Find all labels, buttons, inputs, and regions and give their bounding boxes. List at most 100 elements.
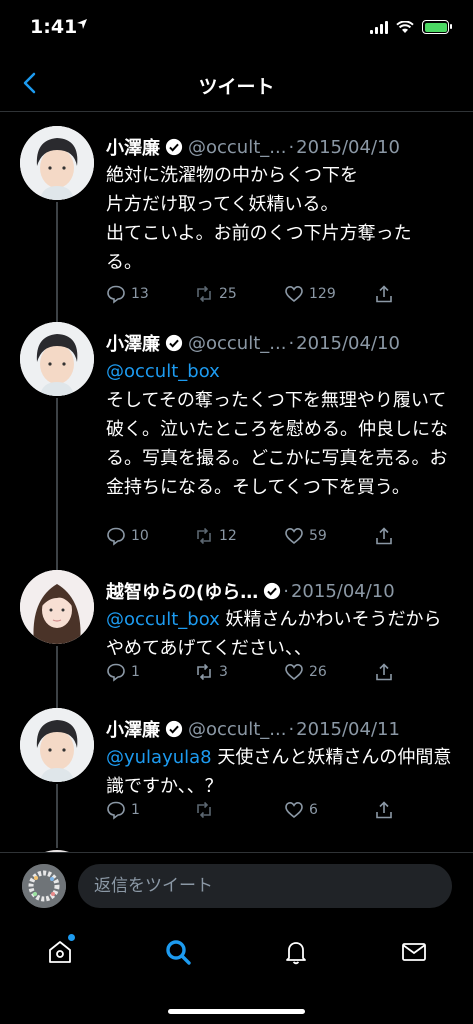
heart-icon <box>285 663 303 681</box>
wifi-icon <box>396 20 414 33</box>
mention-link[interactable]: @occult_box <box>106 609 220 630</box>
retweet-button[interactable]: 12 <box>194 526 237 546</box>
home-icon <box>49 941 71 963</box>
author-handle: @occult_... <box>188 718 287 740</box>
reply-button[interactable]: 1 <box>106 662 140 682</box>
like-count: 59 <box>309 528 327 544</box>
tweet[interactable]: 小澤廉 @occult_... · 2015/04/11 @yulayula8 … <box>0 708 473 848</box>
retweet-button[interactable]: 25 <box>194 284 237 304</box>
reply-input[interactable]: 返信をツイート <box>78 864 452 908</box>
tweet[interactable]: 小澤廉 @occult_... · 2015/04/10 絶対に洗濯物の中からく… <box>0 126 473 326</box>
avatar[interactable] <box>20 708 94 782</box>
avatar[interactable] <box>20 126 94 200</box>
tweet-date: 2015/04/10 <box>296 332 400 354</box>
notification-dot <box>68 934 75 941</box>
author-name[interactable]: 小澤廉 <box>106 134 160 160</box>
status-time: 1:41 <box>30 16 78 38</box>
search-icon <box>166 940 191 965</box>
bell-icon <box>286 942 306 965</box>
retweet-button[interactable]: 3 <box>194 662 228 682</box>
home-indicator[interactable] <box>168 1009 305 1014</box>
retweet-count: 12 <box>219 528 237 544</box>
reply-button[interactable]: 10 <box>106 526 149 546</box>
like-count: 6 <box>309 802 318 818</box>
author-handle: @occult_... <box>188 136 287 158</box>
heart-icon <box>285 285 303 303</box>
author-name[interactable]: 越智ゆらの(ゆら… <box>106 578 258 604</box>
mail-icon <box>402 943 426 961</box>
tweet-text: @occult_box 妖精さんかわいそうだからやめてあげてください、、 <box>106 609 442 659</box>
share-icon <box>376 663 392 681</box>
page-title: ツイート <box>198 76 275 98</box>
like-count: 26 <box>309 664 327 680</box>
tweet-actions: 10 12 59 <box>106 526 413 548</box>
thread-line <box>56 398 58 574</box>
reply-icon <box>107 801 125 820</box>
share-button[interactable] <box>374 526 394 546</box>
retweet-icon <box>197 285 211 303</box>
tweet-actions: 1 3 26 <box>106 662 413 684</box>
tab-messages[interactable] <box>394 934 434 970</box>
status-bar: 1:41 <box>0 0 473 56</box>
header: ツイート <box>0 56 473 112</box>
retweet-icon <box>197 663 211 681</box>
tab-search[interactable] <box>158 934 198 970</box>
cellular-signal-icon <box>370 20 388 34</box>
reply-count: 1 <box>131 664 140 680</box>
tweet-date: 2015/04/11 <box>296 718 400 740</box>
heart-icon <box>285 527 303 545</box>
retweet-button[interactable] <box>194 800 219 820</box>
reply-icon <box>107 527 125 546</box>
battery-icon <box>422 20 452 34</box>
author-handle: @occult_... <box>188 332 287 354</box>
like-button[interactable]: 26 <box>284 662 327 682</box>
tweet-actions: 1 6 <box>106 800 413 822</box>
tweet-actions: 13 25 129 <box>106 284 413 306</box>
reply-count: 10 <box>131 528 149 544</box>
reply-count: 13 <box>131 286 149 302</box>
reply-composer: 返信をツイート <box>0 852 473 918</box>
author-name[interactable]: 小澤廉 <box>106 330 160 356</box>
avatar[interactable] <box>20 322 94 396</box>
tweet[interactable]: 越智ゆらの(ゆら… · 2015/04/10 @occult_box 妖精さんか… <box>0 570 473 710</box>
reply-icon <box>107 285 125 304</box>
verified-badge-icon <box>165 138 183 156</box>
tab-bar <box>0 918 473 1024</box>
user-avatar[interactable] <box>22 864 66 908</box>
avatar[interactable] <box>20 570 94 644</box>
tweet-date: 2015/04/10 <box>296 136 400 158</box>
like-button[interactable]: 59 <box>284 526 327 546</box>
reply-button[interactable]: 13 <box>106 284 149 304</box>
share-button[interactable] <box>374 662 394 682</box>
reply-button[interactable]: 1 <box>106 800 140 820</box>
retweet-icon <box>197 801 211 819</box>
mention-link[interactable]: @yulayula8 <box>106 747 212 768</box>
reply-icon <box>107 663 125 682</box>
reply-count: 1 <box>131 802 140 818</box>
tweet[interactable]: 小澤廉 @occult_... · 2015/04/10 @occult_box… <box>0 322 473 574</box>
tweet-text: @yulayula8 天使さんと妖精さんの仲間意識ですか、、？ <box>106 747 452 797</box>
share-icon <box>376 527 392 545</box>
share-button[interactable] <box>374 800 394 820</box>
verified-badge-icon <box>264 582 281 600</box>
like-button[interactable]: 129 <box>284 284 336 304</box>
status-icons <box>370 20 452 34</box>
tweet-text: 絶対に洗濯物の中からくつ下を 片方だけ取ってく妖精いる。 出てこいよ。お前のくつ… <box>106 165 412 273</box>
share-button[interactable] <box>374 284 394 304</box>
verified-badge-icon <box>165 720 183 738</box>
mention-link[interactable]: @occult_box <box>106 361 220 382</box>
share-icon <box>376 285 392 303</box>
verified-badge-icon <box>165 334 183 352</box>
share-icon <box>376 801 392 819</box>
tweet-text: @occult_box そしてその奪ったくつ下を無理やり履いて破く。泣いたところ… <box>106 361 448 498</box>
thread-line <box>56 784 58 848</box>
heart-icon <box>285 801 303 819</box>
tab-home[interactable] <box>40 934 80 970</box>
tab-notifications[interactable] <box>276 934 316 970</box>
like-count: 129 <box>309 286 336 302</box>
like-button[interactable]: 6 <box>284 800 318 820</box>
location-arrow-icon <box>76 18 88 34</box>
retweet-count: 3 <box>219 664 228 680</box>
author-name[interactable]: 小澤廉 <box>106 716 160 742</box>
tweet-date: 2015/04/10 <box>290 580 395 602</box>
